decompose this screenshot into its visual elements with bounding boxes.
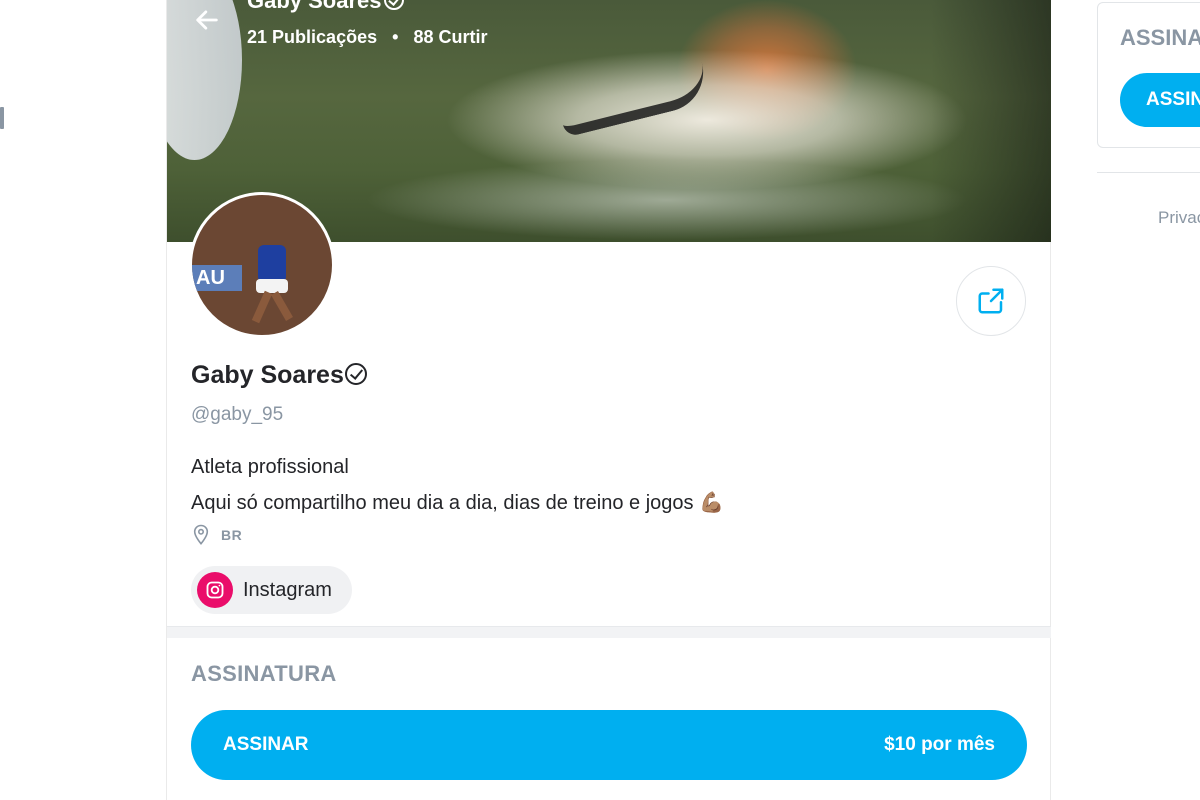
back-arrow-icon[interactable] — [189, 2, 225, 38]
verified-badge-icon — [383, 0, 404, 10]
subscribe-price: $10 por mês — [884, 734, 995, 755]
posts-label: Publicações — [272, 27, 378, 47]
flexed-biceps-emoji: 💪🏽 — [699, 490, 724, 514]
posts-count: 21 — [247, 27, 268, 47]
profile-location: BR — [193, 524, 242, 546]
bio-line-wrapper: Aqui só compartilho meu dia a dia, dias … — [191, 485, 724, 521]
bio-line: Atleta profissional — [191, 456, 349, 478]
avatar-player-leg — [251, 290, 273, 324]
right-divider — [1097, 172, 1200, 173]
verified-badge-icon — [344, 363, 367, 385]
profile-name-text: Gaby Soares — [191, 361, 344, 389]
cover-name-text: Gaby Soares — [247, 0, 382, 13]
cover-shade — [931, 0, 1051, 242]
section-divider — [167, 626, 1051, 638]
avatar-player-leg — [271, 291, 293, 321]
cover-stats: 21 Publicações • 88 Curtir — [247, 27, 487, 48]
share-icon — [978, 288, 1004, 314]
subscription-title: ASSINATURA — [191, 661, 337, 686]
left-nav-edge — [0, 107, 4, 129]
profile-name: Gaby Soares — [191, 361, 367, 390]
likes-count: 88 — [413, 27, 434, 47]
stats-separator: • — [392, 27, 399, 47]
instagram-label: Instagram — [243, 578, 332, 601]
map-pin-icon — [193, 524, 209, 545]
location-text: BR — [221, 527, 243, 543]
instagram-icon — [197, 572, 233, 608]
profile-handle: @gaby_95 — [191, 404, 284, 425]
avatar-player-shorts — [256, 279, 288, 293]
profile-main-column: Gaby Soares 21 Publicações • 88 Curtir A… — [166, 0, 1051, 800]
cover-shoe-logo — [556, 62, 712, 138]
bio-line: Aqui só compartilho meu dia a dia, dias … — [191, 492, 694, 514]
avatar[interactable]: AU — [189, 192, 335, 338]
subscribe-button[interactable]: ASSINAR $10 por mês — [191, 710, 1027, 780]
avatar-banner-text: AU — [192, 265, 242, 291]
privacy-link[interactable]: Privacidade — [1158, 208, 1200, 228]
right-subscription-title: ASSINATURA — [1120, 25, 1200, 50]
subscribe-button-label: ASSINAR — [223, 734, 309, 755]
cover-profile-name: Gaby Soares — [247, 0, 404, 14]
likes-label: Curtir — [438, 27, 488, 47]
avatar-player — [258, 245, 286, 281]
profile-bio: Atleta profissional Aqui só compartilho … — [191, 450, 724, 521]
right-sidebar: ASSINATURA ASSINAR Privacidade — [1097, 0, 1200, 260]
share-button[interactable] — [956, 266, 1026, 336]
right-subscription-card: ASSINATURA ASSINAR — [1097, 2, 1200, 148]
instagram-link[interactable]: Instagram — [191, 566, 352, 614]
right-subscribe-button[interactable]: ASSINAR — [1120, 73, 1200, 127]
